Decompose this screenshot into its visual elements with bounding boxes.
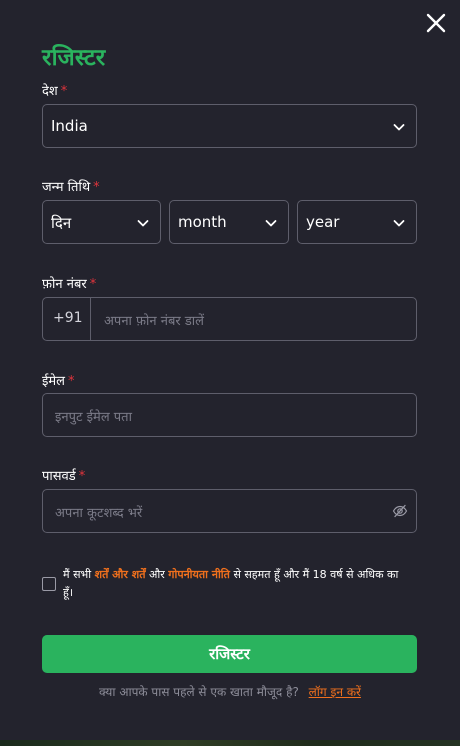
consent-text-part: मैं सभी <box>63 568 92 581</box>
required-marker: * <box>60 84 68 99</box>
dob-day-value: दिन <box>51 214 72 232</box>
chevron-down-icon <box>137 220 149 227</box>
dob-month-select[interactable]: month <box>169 200 289 244</box>
phone-country-code-text: +91 <box>53 310 83 326</box>
consent-text: मैं सभी शर्तें और शर्तें और गोपनीयता नीत… <box>63 566 403 602</box>
dob-year-value: year <box>306 213 340 231</box>
required-marker: * <box>93 180 100 195</box>
dob-label-text: जन्म तिथि <box>42 180 91 195</box>
consent-checkbox[interactable] <box>42 577 56 591</box>
phone-country-code[interactable]: +91 <box>43 298 91 340</box>
close-button[interactable] <box>424 11 448 35</box>
register-button[interactable]: रजिस्टर <box>42 635 417 673</box>
background-strip <box>0 740 460 746</box>
email-field[interactable]: इनपुट ईमेल पता <box>42 393 417 437</box>
required-marker: * <box>78 469 86 484</box>
required-marker: * <box>89 277 97 292</box>
close-icon <box>426 13 446 33</box>
email-label-text: ईमेल <box>42 374 65 389</box>
dob-day-select[interactable]: दिन <box>42 200 161 244</box>
password-input-placeholder: अपना कूटशब्द भरें <box>55 506 143 521</box>
login-prompt-row: क्या आपके पास पहले से एक खाता मौजूद है? … <box>0 683 460 700</box>
phone-label: फ़ोन नंबर * <box>42 274 96 292</box>
chevron-down-icon <box>393 220 405 227</box>
password-field[interactable]: अपना कूटशब्द भरें <box>42 489 417 533</box>
dob-month-value: month <box>178 213 227 231</box>
country-label: देश * <box>42 81 67 99</box>
login-link[interactable]: लॉग इन करें <box>309 685 361 699</box>
dob-label: जन्म तिथि * <box>42 177 100 195</box>
password-label: पासवर्ड * <box>42 466 85 484</box>
login-prompt: क्या आपके पास पहले से एक खाता मौजूद है? <box>99 685 299 699</box>
country-label-text: देश <box>42 84 58 99</box>
country-select-value: India <box>51 117 88 135</box>
privacy-link[interactable]: गोपनीयता नीति <box>168 568 230 581</box>
phone-label-text: फ़ोन नंबर <box>42 277 87 292</box>
country-select[interactable]: India <box>42 104 417 148</box>
register-modal: रजिस्टर देश * India जन्म तिथि * दिन month … <box>0 0 460 746</box>
required-marker: * <box>67 374 75 389</box>
phone-input[interactable]: अपना फ़ोन नंबर डालें <box>104 311 204 329</box>
terms-link[interactable]: शर्तें और शर्तें <box>95 568 146 581</box>
chevron-down-icon <box>393 124 405 131</box>
chevron-down-icon <box>265 220 277 227</box>
phone-field: +91 अपना फ़ोन नंबर डालें <box>42 297 417 341</box>
email-label: ईमेल * <box>42 371 74 389</box>
email-input-placeholder: इनपुट ईमेल पता <box>55 410 132 425</box>
dob-year-select[interactable]: year <box>297 200 417 244</box>
modal-title: रजिस्टर <box>42 45 106 71</box>
eye-off-icon[interactable] <box>392 503 408 519</box>
password-label-text: पासवर्ड <box>42 469 76 484</box>
consent-text-part: और <box>149 568 165 581</box>
